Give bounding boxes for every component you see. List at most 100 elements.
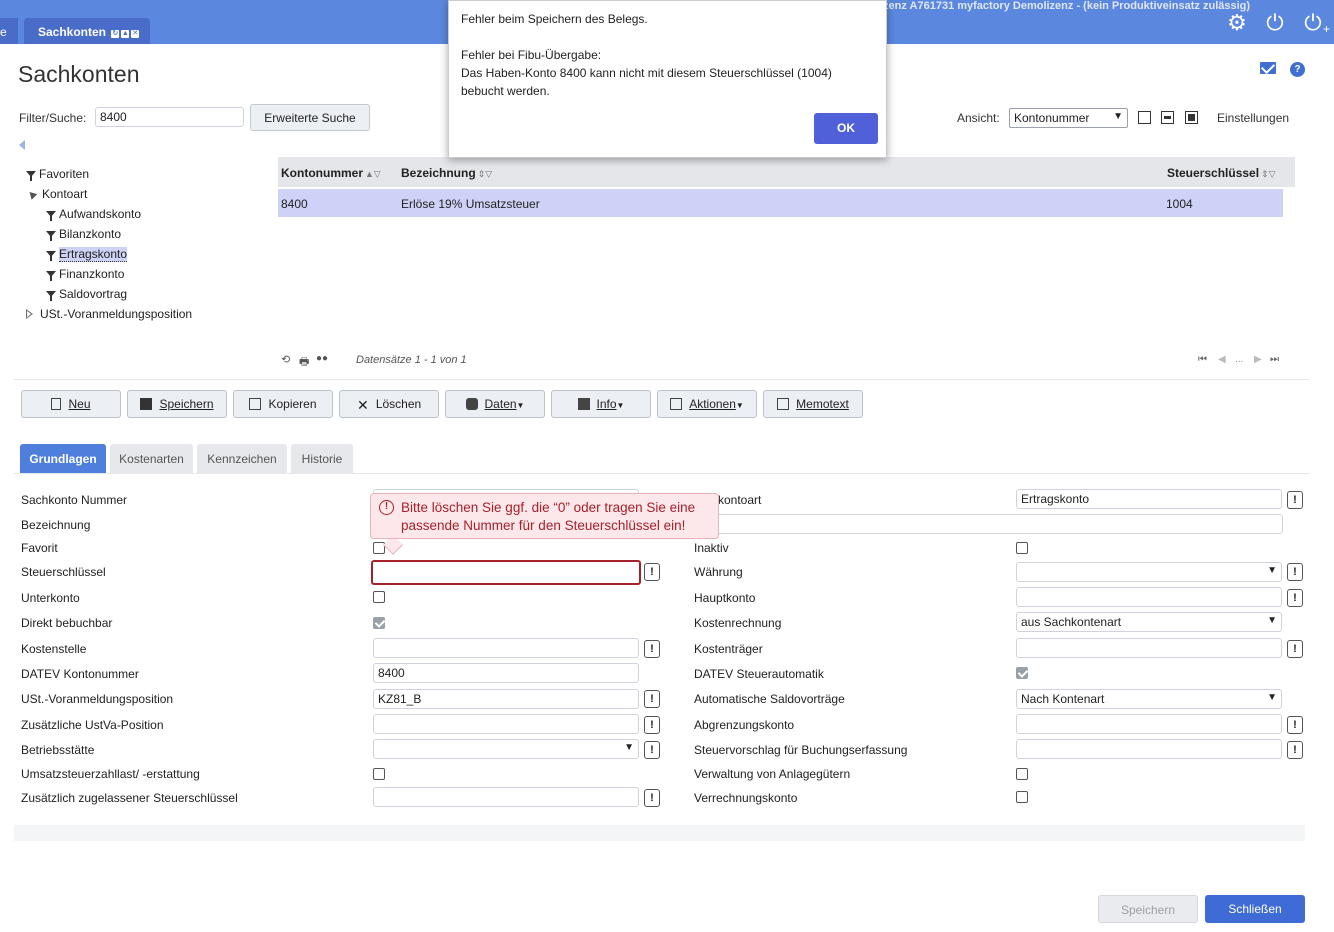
tab-up-icon[interactable]: ▲ <box>121 30 130 38</box>
column-label: Kontonummer <box>281 166 363 180</box>
last-page-icon[interactable]: ⏭ <box>1270 354 1279 365</box>
steuerschluessel-lookup-icon[interactable]: ! <box>644 563 660 581</box>
tab-kennzeichen[interactable]: Kennzeichen <box>197 444 287 473</box>
datev-kontonummer-input[interactable]: 8400 <box>373 663 639 683</box>
sort-filter-icon[interactable]: ⇕▽ <box>1261 169 1275 179</box>
tree-item-aufwandskonto[interactable]: Aufwandskonto <box>46 207 141 221</box>
kostenstelle-lookup-icon[interactable]: ! <box>644 640 660 658</box>
view-select[interactable]: Kontonummer ▼ <box>1009 108 1128 128</box>
filter-icon <box>46 251 56 261</box>
advanced-search-button[interactable]: Erweiterte Suche <box>250 104 370 131</box>
datev-steuerautomatik-checkbox[interactable] <box>1016 667 1028 679</box>
tree-favorites[interactable]: Favoriten <box>26 167 89 181</box>
delete-button[interactable]: ✕ Löschen <box>339 390 439 418</box>
next-page-icon[interactable]: ▶ <box>1254 354 1262 365</box>
tree-ust[interactable]: USt.-Voranmeldungsposition <box>26 307 192 321</box>
column-kontonummer[interactable]: Kontonummer ▲▽ <box>281 166 381 180</box>
zusaetzlich-steuerschluessel-lookup-icon[interactable]: ! <box>644 789 660 807</box>
sort-filter-icon[interactable]: ⇕▽ <box>478 169 492 179</box>
view-full-icon[interactable] <box>1185 111 1198 124</box>
close-button[interactable]: Schließen <box>1205 895 1305 923</box>
close-icon: ✕ <box>356 397 369 413</box>
print-icon[interactable]: 🖶 <box>299 353 309 372</box>
tab-historie[interactable]: Historie <box>291 444 353 473</box>
new-button[interactable]: Neu <box>21 390 121 418</box>
ust-position-lookup-icon[interactable]: ! <box>644 690 660 708</box>
divider <box>14 379 1309 380</box>
column-steuerschluessel[interactable]: Steuerschlüssel ⇕▽ <box>1167 166 1276 180</box>
expanded-icon <box>26 189 38 200</box>
anlagegueter-checkbox[interactable] <box>1016 768 1028 780</box>
power-icon[interactable]: ⏻ <box>1262 10 1288 36</box>
sachkontoart-lookup-icon[interactable]: ! <box>1287 491 1303 509</box>
auto-saldovortraege-select[interactable]: Nach Kontenart ▼ <box>1016 689 1282 709</box>
kostenrechnung-select[interactable]: aus Sachkontenart ▼ <box>1016 612 1282 632</box>
tree-item-saldovortrag[interactable]: Saldovortrag <box>46 287 127 301</box>
auto-saldovortraege-value: Nach Kontenart <box>1021 692 1105 706</box>
tree-item-finanzkonto[interactable]: Finanzkonto <box>46 267 124 281</box>
hauptkonto-input[interactable] <box>1016 587 1282 607</box>
refresh-icon[interactable]: ⟲ <box>281 353 290 366</box>
gear-icon[interactable]: ⚙ <box>1224 10 1250 36</box>
actions-menu-button[interactable]: Aktionen▼ <box>657 390 757 418</box>
view-single-icon[interactable] <box>1138 111 1151 124</box>
steuervorschlag-lookup-icon[interactable]: ! <box>1287 741 1303 759</box>
steuervorschlag-input[interactable] <box>1016 739 1282 759</box>
zusaetzliche-ustva-input[interactable] <box>373 714 639 734</box>
tab-previous-label: e <box>0 25 7 39</box>
bezeichnung-2-input[interactable] <box>705 514 1283 534</box>
umsatzsteuerzahllast-checkbox[interactable] <box>373 768 385 780</box>
tab-refresh-icon[interactable]: ↻ <box>111 30 120 38</box>
sachkontoart-input[interactable]: Ertragskonto <box>1016 489 1282 509</box>
tree-kontoart[interactable]: Kontoart <box>26 187 87 201</box>
tab-previous[interactable]: e <box>0 18 18 44</box>
tree-item-ertragskonto[interactable]: Ertragskonto <box>46 247 128 262</box>
verrechnungskonto-checkbox[interactable] <box>1016 791 1028 803</box>
filter-input[interactable]: 8400 <box>95 107 244 127</box>
collapse-left-icon[interactable] <box>19 140 25 150</box>
kostenstelle-input[interactable] <box>373 638 639 658</box>
waehrung-select[interactable]: ▼ <box>1016 562 1282 582</box>
hauptkonto-lookup-icon[interactable]: ! <box>1287 589 1303 607</box>
tree-item-bilanzkonto[interactable]: Bilanzkonto <box>46 227 121 241</box>
abgrenzungskonto-input[interactable] <box>1016 714 1282 734</box>
save-icon <box>140 398 153 410</box>
sort-filter-icon[interactable]: ▲▽ <box>365 169 381 179</box>
view-split-icon[interactable] <box>1161 111 1174 124</box>
help-icon[interactable]: ? <box>1290 62 1305 77</box>
zusaetzliche-ustva-lookup-icon[interactable]: ! <box>644 716 660 734</box>
data-menu-button[interactable]: Daten▼ <box>445 390 545 418</box>
mail-icon[interactable] <box>1260 62 1276 74</box>
tab-kostenarten[interactable]: Kostenarten <box>110 444 193 473</box>
footer-save-button[interactable]: Speichern <box>1098 895 1198 923</box>
copy-button[interactable]: Kopieren <box>233 390 333 418</box>
kostentraeger-input[interactable] <box>1016 638 1282 658</box>
inaktiv-checkbox[interactable] <box>1016 542 1028 554</box>
prev-page-icon[interactable]: ◀ <box>1218 354 1226 365</box>
tab-sachkonten[interactable]: Sachkonten ↻ ▲ ✕ <box>24 18 150 44</box>
abgrenzungskonto-lookup-icon[interactable]: ! <box>1287 716 1303 734</box>
export-icon[interactable]: ●● <box>316 353 328 364</box>
betriebsstaette-lookup-icon[interactable]: ! <box>644 741 660 759</box>
tab-close-icon[interactable]: ✕ <box>131 30 140 38</box>
info-menu-button[interactable]: Info▼ <box>551 390 651 418</box>
ok-button[interactable]: OK <box>814 113 878 144</box>
direkt-bebuchbar-checkbox[interactable] <box>373 617 385 629</box>
save-button[interactable]: Speichern <box>127 390 227 418</box>
chevron-down-icon: ▼ <box>1113 111 1123 122</box>
ust-position-input[interactable]: KZ81_B <box>373 689 639 709</box>
betriebsstaette-select[interactable]: ▼ <box>373 739 639 759</box>
kostentraeger-lookup-icon[interactable]: ! <box>1287 640 1303 658</box>
steuerschluessel-input[interactable] <box>371 560 641 585</box>
filter-icon <box>46 291 56 301</box>
settings-link[interactable]: Einstellungen <box>1217 111 1289 125</box>
unterkonto-checkbox[interactable] <box>373 591 385 603</box>
waehrung-lookup-icon[interactable]: ! <box>1287 563 1303 581</box>
zusaetzlich-steuerschluessel-input[interactable] <box>373 787 639 807</box>
column-bezeichnung[interactable]: Bezeichnung ⇕▽ <box>401 166 492 180</box>
memo-button[interactable]: Memotext <box>763 390 863 418</box>
power-plus-icon[interactable]: ⏻ + <box>1300 10 1330 36</box>
error-dialog: Fehler beim Speichern des Belegs. Fehler… <box>448 0 887 158</box>
first-page-icon[interactable]: ⏮ <box>1198 354 1207 365</box>
tab-grundlagen[interactable]: Grundlagen <box>20 444 106 473</box>
